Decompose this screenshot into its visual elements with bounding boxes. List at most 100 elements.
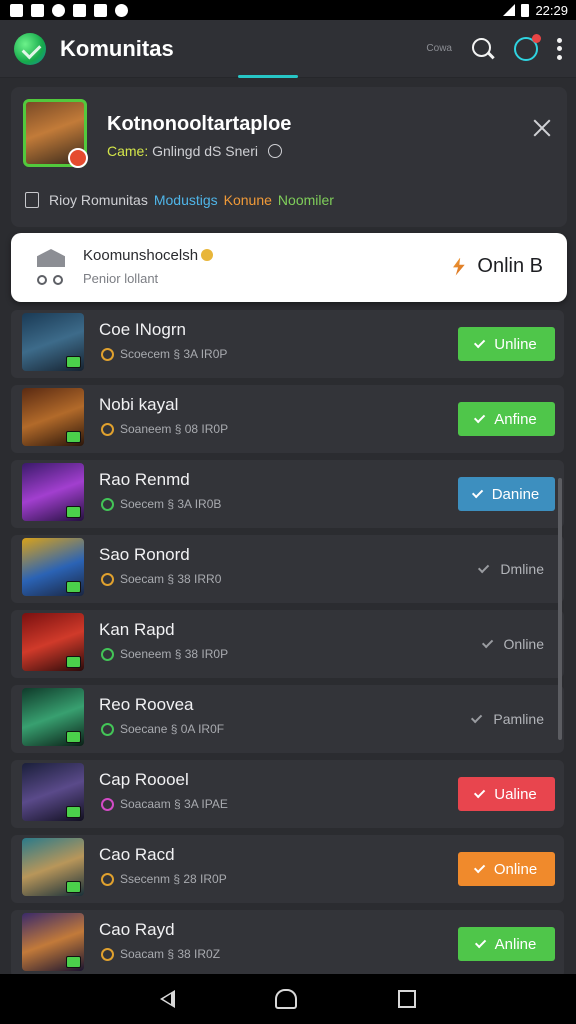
- member-avatar[interactable]: [22, 313, 84, 371]
- status-notifications: [10, 3, 128, 17]
- member-avatar[interactable]: [22, 538, 84, 596]
- status-text: Danine: [491, 485, 540, 503]
- scrollbar[interactable]: [558, 478, 562, 740]
- badge-icon: [101, 422, 114, 436]
- member-row[interactable]: Kan Rapd Soeneem § 38 IR0P Online: [11, 610, 564, 678]
- member-row[interactable]: Reo Roovea Soecane § 0A IR0F Pamline: [11, 685, 564, 753]
- member-row[interactable]: Cao Rayd Soacam § 38 IR0Z Anline: [11, 910, 564, 978]
- close-icon[interactable]: [531, 117, 553, 139]
- battery-icon: [521, 3, 530, 17]
- notification-icon: [10, 3, 23, 17]
- member-meta-text: Soecem § 3A IR0B: [120, 497, 222, 511]
- member-avatar[interactable]: [22, 913, 84, 971]
- home-icon[interactable]: [275, 989, 298, 1009]
- featured-member-card[interactable]: Koomunshocelsh Penior lollant Onlin B: [11, 233, 567, 302]
- member-name: Cao Rayd: [99, 920, 175, 939]
- status-button[interactable]: Online: [458, 852, 555, 886]
- member-meta-text: Scoecem § 3A IR0P: [120, 347, 228, 361]
- member-row[interactable]: Coe INogrn Scoecem § 3A IR0P Unline: [11, 310, 564, 378]
- member-avatar[interactable]: [22, 838, 84, 896]
- signal-icon: [503, 4, 516, 16]
- status-time: 22:29: [535, 2, 568, 18]
- member-meta-text: Soacam § 38 IR0Z: [120, 947, 221, 961]
- status-button[interactable]: Unline: [458, 327, 555, 361]
- status-text: Online: [493, 860, 538, 878]
- member-avatar[interactable]: [22, 388, 84, 446]
- member-row[interactable]: Rao Renmd Soecem § 3A IR0B Danine: [11, 460, 564, 528]
- featured-title-text: Koomunshocelsh: [83, 247, 199, 264]
- community-header-card: Kotnonooltartaploe Came: Gnlingd dS Sner…: [11, 87, 567, 227]
- badge-icon: [101, 797, 114, 811]
- member-row[interactable]: Cap Roooel Soacaam § 3A IPAE Ualine: [11, 760, 564, 828]
- game-value: Gnlingd dS Sneri: [152, 143, 258, 159]
- community-meta: Rioy Romunitas Modustigs Konune Noomiler: [25, 192, 334, 208]
- gallery-icon: [73, 3, 86, 17]
- member-meta: Soecem § 3A IR0B: [101, 497, 221, 511]
- check-icon: [474, 786, 486, 799]
- check-icon: [474, 411, 486, 424]
- image-icon: [31, 3, 44, 17]
- message-icon: [94, 3, 107, 17]
- member-meta: Soaneem § 08 IR0P: [101, 422, 228, 436]
- status-text: Anline: [494, 935, 537, 953]
- app-bar: Komunitas Cowa: [0, 20, 576, 78]
- meta-members-link[interactable]: Noomiler: [278, 192, 334, 208]
- meta-moderators-link[interactable]: Modustigs: [154, 192, 218, 208]
- member-meta-text: Soacaam § 3A IPAE: [120, 797, 228, 811]
- notification-bell-icon[interactable]: [514, 33, 541, 61]
- search-icon[interactable]: [470, 36, 496, 62]
- member-avatar[interactable]: [22, 463, 84, 521]
- member-meta-text: Soeneem § 38 IR0P: [120, 647, 229, 661]
- member-row[interactable]: Sao Ronord Soecam § 38 IRR0 Dmline: [11, 535, 564, 603]
- badge-icon: [101, 572, 114, 586]
- app-notification-icon: [52, 3, 65, 17]
- status-label[interactable]: Online: [481, 627, 544, 661]
- status-button[interactable]: Ualine: [458, 777, 555, 811]
- shield-icon: [115, 3, 128, 17]
- status-text: Online: [503, 636, 544, 652]
- app-title: Komunitas: [60, 35, 174, 61]
- check-icon: [474, 936, 486, 949]
- featured-subtitle: Penior lollant: [83, 271, 159, 286]
- member-meta: Soecane § 0A IR0F: [101, 722, 224, 736]
- check-icon: [471, 711, 483, 724]
- status-label[interactable]: Dmline: [478, 552, 544, 586]
- meta-prefix: Rioy Romunitas: [49, 192, 148, 208]
- status-text: Anfine: [494, 410, 537, 428]
- status-text: Dmline: [500, 561, 544, 577]
- member-row[interactable]: Cao Racd Ssecenm § 28 IR0P Online: [11, 835, 564, 903]
- status-bar: 22:29: [0, 0, 576, 20]
- status-text: Ualine: [494, 785, 537, 803]
- community-avatar[interactable]: [23, 99, 88, 168]
- document-icon: [25, 192, 39, 208]
- member-avatar[interactable]: [22, 763, 84, 821]
- more-options-icon[interactable]: [556, 37, 562, 60]
- member-avatar[interactable]: [22, 613, 84, 671]
- app-bar-small-label: Cowa: [426, 43, 452, 54]
- badge-icon: [101, 722, 114, 736]
- member-meta-text: Soecane § 0A IR0F: [120, 722, 225, 736]
- member-meta-text: Soecam § 38 IRR0: [120, 572, 222, 586]
- info-icon[interactable]: [267, 144, 282, 158]
- check-icon: [471, 486, 483, 499]
- member-row[interactable]: Nobi kayal Soaneem § 08 IR0P Anfine: [11, 385, 564, 453]
- status-button[interactable]: Anline: [458, 927, 555, 961]
- bank-dots-icon: [37, 275, 63, 285]
- status-button[interactable]: Anfine: [458, 402, 555, 436]
- member-meta: Soacaam § 3A IPAE: [101, 797, 228, 811]
- verified-icon: [201, 249, 214, 261]
- recent-apps-icon[interactable]: [397, 990, 416, 1008]
- meta-konune-link[interactable]: Konune: [224, 192, 272, 208]
- back-icon[interactable]: [160, 990, 176, 1008]
- member-avatar[interactable]: [22, 688, 84, 746]
- tab-indicator: [238, 75, 298, 78]
- status-label[interactable]: Pamline: [471, 702, 544, 736]
- status-button[interactable]: Danine: [458, 477, 555, 511]
- featured-status: Onlin B: [449, 255, 543, 278]
- badge-icon: [101, 872, 114, 886]
- check-icon: [481, 636, 493, 649]
- member-meta: Ssecenm § 28 IR0P: [101, 872, 227, 886]
- status-text: Pamline: [493, 711, 544, 727]
- member-name: Cap Roooel: [99, 770, 189, 789]
- bank-icon: [37, 249, 65, 267]
